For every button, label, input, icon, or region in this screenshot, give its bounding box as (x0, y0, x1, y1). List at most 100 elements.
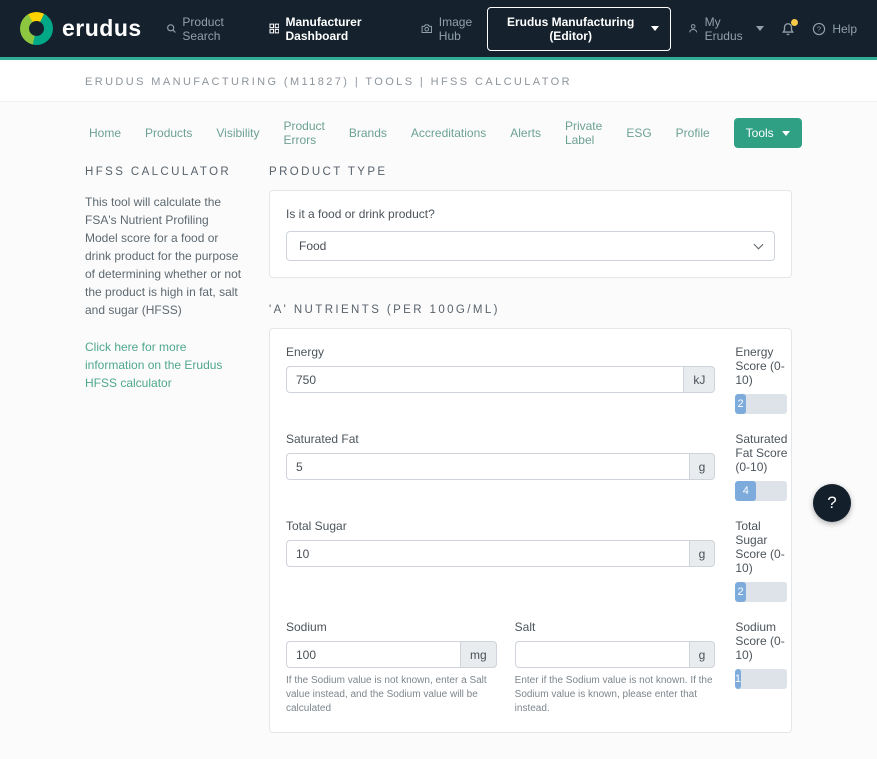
energy-label: Energy (286, 345, 325, 359)
top-navbar: erudus Product Search Manufacturer Dashb… (0, 0, 877, 57)
salt-input[interactable] (514, 641, 689, 668)
nav-image-hub[interactable]: Image Hub (421, 15, 487, 43)
my-erudus-dropdown[interactable]: My Erudus (688, 14, 765, 43)
total-sugar-unit: g (688, 540, 716, 567)
primary-nav: Product Search Manufacturer Dashboard Im… (166, 15, 487, 43)
tab-private-label[interactable]: Private Label (565, 119, 602, 147)
sodium-score-value: 1 (735, 673, 742, 685)
a-nutrients-heading: 'A' NUTRIENTS (PER 100G/ML) (269, 304, 500, 316)
breadcrumb: ERUDUS MANUFACTURING (M11827) | TOOLS | … (85, 76, 572, 88)
energy-unit: kJ (683, 366, 716, 393)
tab-visibility[interactable]: Visibility (216, 126, 259, 140)
navbar-left: erudus Product Search Manufacturer Dashb… (20, 12, 487, 45)
sodium-input[interactable] (286, 641, 460, 668)
product-type-selected-value: Food (299, 239, 327, 253)
sodium-help-text: If the Sodium value is not known, enter … (286, 675, 487, 714)
tab-home[interactable]: Home (89, 126, 121, 140)
help-circle-icon: ? (813, 22, 826, 35)
saturated-fat-label: Saturated Fat (286, 432, 359, 446)
tab-esg[interactable]: ESG (626, 126, 651, 140)
main-content: Home Products Visibility Product Errors … (85, 118, 802, 759)
sodium-score-bar: 1 (735, 669, 788, 689)
help-label: Help (832, 21, 857, 36)
tab-bar: Home Products Visibility Product Errors … (85, 118, 802, 148)
energy-score-bar: 2 (735, 394, 788, 414)
nav-product-search-label: Product Search (182, 14, 224, 43)
tab-brands[interactable]: Brands (349, 126, 387, 140)
product-type-select[interactable]: Food (286, 231, 775, 261)
sidebar-description: This tool will calculate the FSA's Nutri… (85, 195, 242, 317)
tab-products[interactable]: Products (145, 126, 192, 140)
total-sugar-score-value: 2 (737, 586, 744, 598)
tab-alerts[interactable]: Alerts (510, 126, 541, 140)
energy-score-group: Energy Score (0-10) 2 (735, 345, 788, 414)
hfss-info-link[interactable]: Click here for more information on the E… (85, 338, 243, 392)
sodium-unit: mg (460, 641, 497, 668)
salt-unit: g (688, 641, 716, 668)
product-type-question: Is it a food or drink product? (286, 207, 435, 221)
sodium-field-group: Sodium mg If the Sodium value is not kno… (286, 620, 497, 716)
energy-score-value: 2 (737, 398, 744, 410)
floating-help-button[interactable]: ? (813, 484, 851, 522)
saturated-fat-score-value: 4 (742, 485, 749, 497)
total-sugar-score-fill: 2 (735, 582, 746, 602)
tab-product-errors[interactable]: Product Errors (284, 119, 325, 147)
breadcrumb-bar: ERUDUS MANUFACTURING (M11827) | TOOLS | … (0, 60, 877, 102)
salt-help-text: Enter if the Sodium value is not known. … (514, 675, 713, 714)
total-sugar-score-label: Total Sugar Score (0-10) (735, 519, 785, 575)
tab-accreditations[interactable]: Accreditations (411, 126, 486, 140)
tab-tools-label: Tools (745, 126, 774, 140)
nav-image-hub-label: Image Hub (438, 14, 473, 43)
energy-field-group: Energy kJ (286, 345, 716, 414)
org-selector-dropdown[interactable]: Erudus Manufacturing (Editor) (487, 6, 672, 51)
notification-dot (791, 18, 799, 26)
user-icon (689, 24, 698, 33)
saturated-fat-field-group: Saturated Fat g (286, 432, 716, 501)
caret-down-icon (651, 26, 660, 31)
total-sugar-label: Total Sugar (286, 519, 347, 533)
search-icon (166, 24, 176, 33)
salt-label: Salt (514, 620, 536, 634)
total-sugar-field-group: Total Sugar g (286, 519, 716, 602)
brand-name: erudus (62, 15, 142, 41)
org-selector-label: Erudus Manufacturing (Editor) (506, 14, 635, 43)
saturated-fat-score-bar: 4 (735, 481, 788, 501)
sodium-score-fill: 1 (735, 669, 742, 689)
my-erudus-label: My Erudus (704, 14, 743, 43)
help-link[interactable]: ? Help (812, 22, 857, 36)
sodium-score-label: Sodium Score (0-10) (735, 620, 785, 662)
sodium-score-group: Sodium Score (0-10) 1 (735, 620, 788, 716)
salt-field-group: Salt g Enter if the Sodium value is not … (514, 620, 716, 716)
energy-score-label: Energy Score (0-10) (735, 345, 785, 387)
camera-icon (421, 24, 433, 33)
caret-down-icon (756, 26, 765, 31)
nav-manufacturer-dashboard-label: Manufacturer Dashboard (285, 14, 362, 43)
saturated-fat-score-label: Saturated Fat Score (0-10) (735, 432, 788, 474)
saturated-fat-unit: g (688, 453, 716, 480)
tab-tools[interactable]: Tools (733, 118, 802, 148)
dashboard-icon (269, 23, 279, 34)
chevron-down-icon (753, 239, 764, 250)
energy-score-fill: 2 (735, 394, 746, 414)
sodium-label: Sodium (286, 620, 327, 634)
erudus-logo[interactable]: erudus (20, 12, 142, 45)
sidebar-title: HFSS CALCULATOR (85, 166, 232, 178)
total-sugar-input[interactable] (286, 540, 689, 567)
nav-product-search[interactable]: Product Search (166, 15, 251, 43)
total-sugar-score-bar: 2 (735, 582, 788, 602)
saturated-fat-input[interactable] (286, 453, 689, 480)
notifications-button[interactable] (781, 18, 799, 36)
svg-text:?: ? (817, 24, 821, 33)
sidebar: HFSS CALCULATOR This tool will calculate… (85, 166, 243, 392)
caret-down-icon (781, 130, 790, 136)
nav-manufacturer-dashboard[interactable]: Manufacturer Dashboard (269, 15, 404, 43)
energy-input[interactable] (286, 366, 684, 393)
product-type-heading: PRODUCT TYPE (269, 166, 388, 178)
sodium-salt-row: Sodium mg If the Sodium value is not kno… (286, 620, 716, 716)
product-type-card: Is it a food or drink product? Food (269, 190, 792, 278)
calculator-column: PRODUCT TYPE Is it a food or drink produ… (269, 166, 792, 759)
tab-profile[interactable]: Profile (676, 126, 710, 140)
saturated-fat-score-fill: 4 (735, 481, 757, 501)
saturated-fat-score-group: Saturated Fat Score (0-10) 4 (735, 432, 788, 501)
navbar-right: Erudus Manufacturing (Editor) My Erudus … (487, 6, 857, 51)
